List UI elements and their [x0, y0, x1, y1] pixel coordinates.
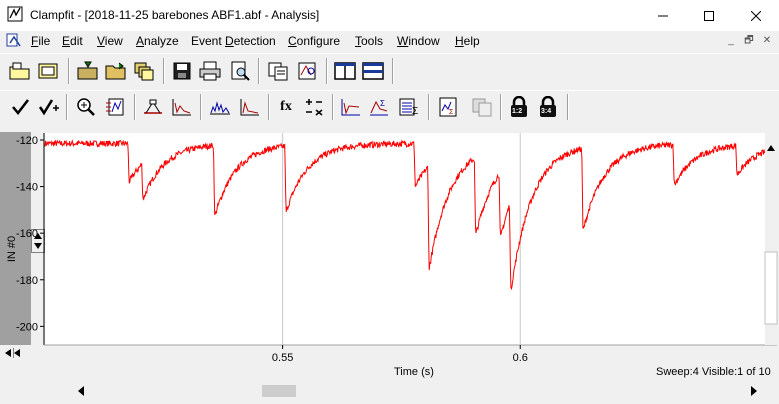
- mdi-close-button[interactable]: ✕: [759, 34, 775, 48]
- lock-3-4-icon[interactable]: 3:4: [536, 95, 560, 119]
- accept-all-icon[interactable]: [37, 95, 61, 119]
- menu-item[interactable]: Tools: [355, 34, 383, 48]
- y-tick-label: -200: [16, 321, 38, 333]
- menu-item[interactable]: File: [31, 34, 50, 48]
- window-title: Clampfit - [2018-11-25 barebones ABF1.ab…: [30, 8, 320, 22]
- menu-item[interactable]: Configure: [288, 34, 340, 48]
- lock-1-2-icon[interactable]: 1:2: [507, 95, 531, 119]
- toolbar-separator: [258, 58, 260, 84]
- histogram-icon[interactable]: [208, 95, 232, 119]
- split-horizontal-icon[interactable]: [333, 59, 357, 83]
- zoom-chart-icon[interactable]: [296, 59, 320, 83]
- y-tick-label: -140: [16, 182, 38, 194]
- toolbar-separator: [567, 94, 569, 120]
- toolbar-separator: [134, 94, 136, 120]
- print-preview-icon[interactable]: [228, 59, 252, 83]
- svg-text:Σ: Σ: [380, 99, 385, 108]
- toolbar-separator: [66, 94, 68, 120]
- scroll-left-arrow-icon: [5, 349, 11, 357]
- scroll-thumb[interactable]: [764, 251, 778, 325]
- scroll-right-arrow-icon: [14, 349, 20, 357]
- zoom-icon[interactable]: [74, 95, 98, 119]
- sweep-status: Sweep:4 Visible:1 of 10: [656, 366, 771, 378]
- toolbar-file: [0, 53, 779, 91]
- menu-item[interactable]: Window: [397, 34, 440, 48]
- menu-item[interactable]: Edit: [62, 34, 83, 48]
- function-label: fx: [280, 99, 292, 114]
- x-tick-label: 0.6: [513, 352, 528, 364]
- toolbar-separator: [428, 94, 430, 120]
- split-vertical-icon[interactable]: [361, 59, 385, 83]
- close-button[interactable]: [733, 0, 779, 31]
- clampfit-app-icon[interactable]: [7, 6, 23, 22]
- toolbar-separator: [500, 94, 502, 120]
- horizontal-nav-arrows: [4, 347, 32, 361]
- data-stats-icon[interactable]: Σ: [436, 95, 460, 119]
- hscroll-left-arrow-icon: [78, 386, 84, 396]
- y-tick-label: -180: [16, 275, 38, 287]
- function-icon[interactable]: fx: [274, 95, 298, 119]
- fit-icon[interactable]: [170, 95, 194, 119]
- svg-text:Σ: Σ: [412, 106, 418, 117]
- save-icon[interactable]: [170, 59, 194, 83]
- scale-icon[interactable]: [104, 95, 128, 119]
- menu-item[interactable]: Event Detection: [191, 34, 276, 48]
- statistics-icon[interactable]: Σ: [397, 95, 421, 119]
- menu-item[interactable]: Help: [455, 34, 480, 48]
- windows-icon[interactable]: [132, 59, 156, 83]
- toolbar-separator: [392, 58, 394, 84]
- lock-1-2-label: 1:2: [512, 108, 523, 115]
- menu-bar: _ 🗗 ✕ File Edit View Analyze Event Detection…: [0, 31, 779, 51]
- baseline-icon[interactable]: [141, 95, 165, 119]
- maximize-button[interactable]: [686, 0, 732, 31]
- copy-icon[interactable]: [266, 59, 290, 83]
- open-folder-icon[interactable]: [104, 59, 128, 83]
- toolbar-separator: [326, 58, 328, 84]
- lock-3-4-label: 3:4: [541, 108, 552, 115]
- toolbar-separator: [163, 58, 165, 84]
- hscroll-right-arrow-icon: [751, 386, 757, 396]
- minimize-button[interactable]: [640, 0, 686, 31]
- plot-background: [45, 133, 777, 345]
- event-peak-icon[interactable]: Σ: [367, 95, 391, 119]
- x-axis-title: Time (s): [394, 366, 434, 378]
- toolbar-separator: [332, 94, 334, 120]
- y-tick-label: -120: [16, 135, 38, 147]
- accept-icon[interactable]: [9, 95, 33, 119]
- x-tick-label: 0.55: [272, 352, 293, 364]
- mdi-minimize-button[interactable]: _: [723, 34, 739, 48]
- open-other-icon[interactable]: [36, 59, 60, 83]
- y-tick-label: -160: [16, 228, 38, 240]
- trace-chart[interactable]: -120 -140 -160 -180 -200 0.55 0.6: [0, 132, 779, 382]
- menu-item[interactable]: Analyze: [136, 34, 179, 48]
- toolbar-separator: [200, 94, 202, 120]
- toolbar-separator: [68, 58, 70, 84]
- event-template-icon[interactable]: [339, 95, 363, 119]
- arithmetic-icon[interactable]: [302, 95, 326, 119]
- mdi-restore-button[interactable]: 🗗: [741, 34, 757, 48]
- title-bar: Clampfit - [2018-11-25 barebones ABF1.ab…: [0, 0, 779, 31]
- open-data-icon[interactable]: [8, 59, 32, 83]
- disabled-icon[interactable]: [470, 95, 494, 119]
- horizontal-scrollbar[interactable]: [0, 381, 779, 401]
- svg-text:Σ: Σ: [449, 109, 454, 116]
- menu-item[interactable]: View: [97, 34, 123, 48]
- document-icon[interactable]: [6, 33, 24, 52]
- toolbar-analysis: fx Σ Σ Σ 1:2 3:4: [0, 90, 779, 126]
- distribution-icon[interactable]: [238, 95, 262, 119]
- toolbar-separator: [268, 94, 270, 120]
- print-icon[interactable]: [198, 59, 222, 83]
- save-as-icon[interactable]: [76, 59, 100, 83]
- hscroll-thumb: [262, 385, 296, 397]
